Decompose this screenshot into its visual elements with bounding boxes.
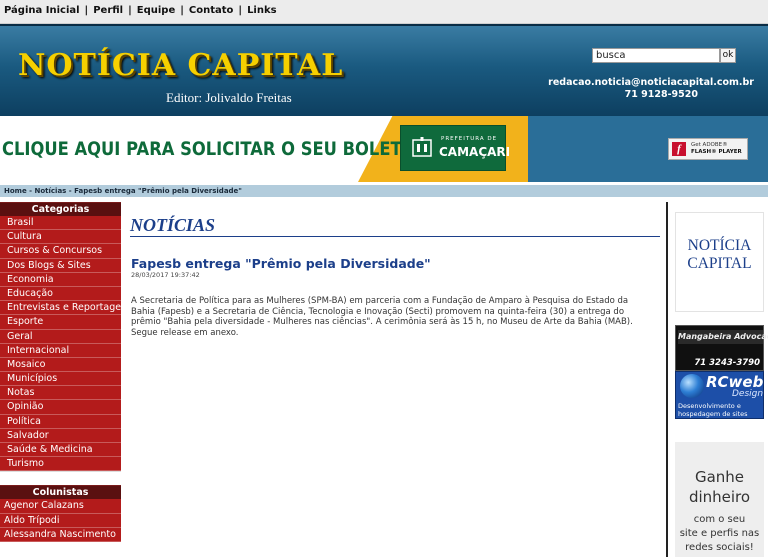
sidebar-item-municipios[interactable]: Municípios xyxy=(0,372,121,387)
nav-separator: | xyxy=(180,5,184,16)
sidebar-item-dos-blogs-sites[interactable]: Dos Blogs & Sites xyxy=(0,258,121,273)
site-header: NOTÍCIA CAPITAL Editor: Jolivaldo Freita… xyxy=(0,24,768,116)
article-body: A Secretaria de Política para as Mulhere… xyxy=(131,296,633,339)
noticia-capital-badge[interactable]: NOTÍCIA CAPITAL xyxy=(675,212,764,312)
right-column: NOTÍCIA CAPITAL Mangabeira Advocacia 71 … xyxy=(666,202,768,557)
sidebar-item-cultura[interactable]: Cultura xyxy=(0,230,121,245)
nav-link-home[interactable]: Página Inicial xyxy=(4,5,80,16)
nav-link-contato[interactable]: Contato xyxy=(189,5,234,16)
top-nav-links: Página Inicial | Perfil | Equipe | Contato | Lin… xyxy=(4,5,277,16)
nc-line-2: CAPITAL xyxy=(687,255,752,272)
sidebar-item-esporte[interactable]: Esporte xyxy=(0,315,121,330)
rcweb-tagline-1: Desenvolvimento e xyxy=(678,402,741,410)
section-divider xyxy=(130,236,660,237)
sidebar-item-notas[interactable]: Notas xyxy=(0,386,121,401)
nav-link-links[interactable]: Links xyxy=(247,5,277,16)
rcweb-tagline-2: hospedagem de sites xyxy=(678,410,748,418)
sidebar-item-opiniao[interactable]: Opinião xyxy=(0,400,121,415)
sidebar-item-saude-medicina[interactable]: Saúde & Medicina xyxy=(0,443,121,458)
columnist-item[interactable]: Agenor Calazans xyxy=(0,499,121,514)
city-crest-icon xyxy=(412,137,432,157)
contact-phone: 71 9128-9520 xyxy=(624,89,698,100)
sidebar-item-politica[interactable]: Política xyxy=(0,414,121,429)
nav-separator: | xyxy=(238,5,243,16)
prefeitura-label: PREFEITURA DE xyxy=(441,136,498,142)
section-title: NOTÍCIAS xyxy=(130,215,216,235)
main-content: NOTÍCIAS Fapesb entrega "Prêmio pela Div… xyxy=(130,205,663,557)
sidebar-item-turismo[interactable]: Turismo xyxy=(0,457,121,472)
flash-player-label: FLASH® PLAYER xyxy=(691,149,742,155)
sidebar-item-brasil[interactable]: Brasil xyxy=(0,216,121,231)
ganhe-line-3: com o seu xyxy=(693,514,746,525)
flash-get-label: Get ADOBE® xyxy=(691,142,728,148)
ganhe-line-5: redes sociais! xyxy=(685,542,754,553)
ganhe-dinheiro-ad[interactable]: Ganhe dinheiro com o seu site e perfis n… xyxy=(675,442,764,557)
article-date: 28/03/2017 19:37:42 xyxy=(131,271,200,279)
ganhe-line-4: site e perfis nas xyxy=(679,528,760,539)
banner-cta-text[interactable]: CLIQUE AQUI PARA SOLICITAR O SEU BOLETO. xyxy=(2,138,421,160)
rcweb-design-label: Design xyxy=(732,389,764,399)
mangabeira-advocacia-ad[interactable]: Mangabeira Advocacia 71 3243-3790 xyxy=(675,325,768,371)
sidebar-item-entrevistas-reportagens[interactable]: Entrevistas e Reportagens xyxy=(0,301,132,316)
rcweb-design-ad[interactable]: RCweb Design Desenvolvimento e hospedage… xyxy=(675,371,764,419)
sidebar-item-cursos-concursos[interactable]: Cursos & Concursos xyxy=(0,244,121,259)
mangabeira-ad-phone: 71 3243-3790 xyxy=(694,358,760,368)
nc-line-1: NOTÍCIA xyxy=(687,237,752,254)
sidebar-item-salvador[interactable]: Salvador xyxy=(0,428,121,443)
contact-email[interactable]: redacao.noticia@noticiacapital.com.br xyxy=(548,77,754,88)
ganhe-line-2: dinheiro xyxy=(688,488,751,506)
sidebar-item-internacional[interactable]: Internacional xyxy=(0,343,121,358)
flash-icon: f xyxy=(672,142,686,156)
breadcrumb[interactable]: Home - Notícias - Fapesb entrega "Prêmio… xyxy=(0,185,768,197)
ganhe-line-1: Ganhe xyxy=(694,468,745,486)
mangabeira-ad-title: Mangabeira Advocacia xyxy=(678,330,768,344)
columnists-header: Colunistas xyxy=(0,485,121,500)
article-title[interactable]: Fapesb entrega "Prêmio pela Diversidade" xyxy=(131,256,431,271)
nav-separator: | xyxy=(128,5,132,16)
sidebar-spacer xyxy=(0,471,121,486)
search-input[interactable] xyxy=(592,48,720,63)
columnist-item[interactable]: Alessandra Nascimento xyxy=(0,527,121,542)
nav-link-equipe[interactable]: Equipe xyxy=(137,5,175,16)
site-logo-title[interactable]: NOTÍCIA CAPITAL xyxy=(18,48,343,83)
camacari-label: CAMAÇARI xyxy=(439,145,511,159)
prefeitura-camacari-logo: PREFEITURA DE CAMAÇARI xyxy=(400,125,510,171)
boleto-banner[interactable]: CLIQUE AQUI PARA SOLICITAR O SEU BOLETO.… xyxy=(0,116,768,182)
nav-separator: | xyxy=(84,5,89,16)
get-flash-player-badge[interactable]: f Get ADOBE® FLASH® PLAYER xyxy=(668,138,748,160)
noticia-capital-badge-text: NOTÍCIA CAPITAL xyxy=(676,237,763,273)
nav-link-perfil[interactable]: Perfil xyxy=(93,5,123,16)
search-button[interactable]: ok xyxy=(720,48,736,63)
sidebar-item-educacao[interactable]: Educação xyxy=(0,286,121,302)
sidebar-item-mosaico[interactable]: Mosaico xyxy=(0,357,121,373)
left-sidebar: Categorias Brasil Cultura Cursos & Concu… xyxy=(0,202,132,557)
columnist-item[interactable]: Aldo Trípodi xyxy=(0,513,121,528)
sidebar-item-geral[interactable]: Geral xyxy=(0,329,121,344)
globe-icon xyxy=(680,374,704,398)
categories-header: Categorias xyxy=(0,202,121,216)
top-navigation: Página Inicial | Perfil | Equipe | Contato | Lin… xyxy=(0,0,768,24)
sidebar-item-economia[interactable]: Economia xyxy=(0,272,121,287)
site-editor-credit: Editor: Jolivaldo Freitas xyxy=(166,90,292,105)
